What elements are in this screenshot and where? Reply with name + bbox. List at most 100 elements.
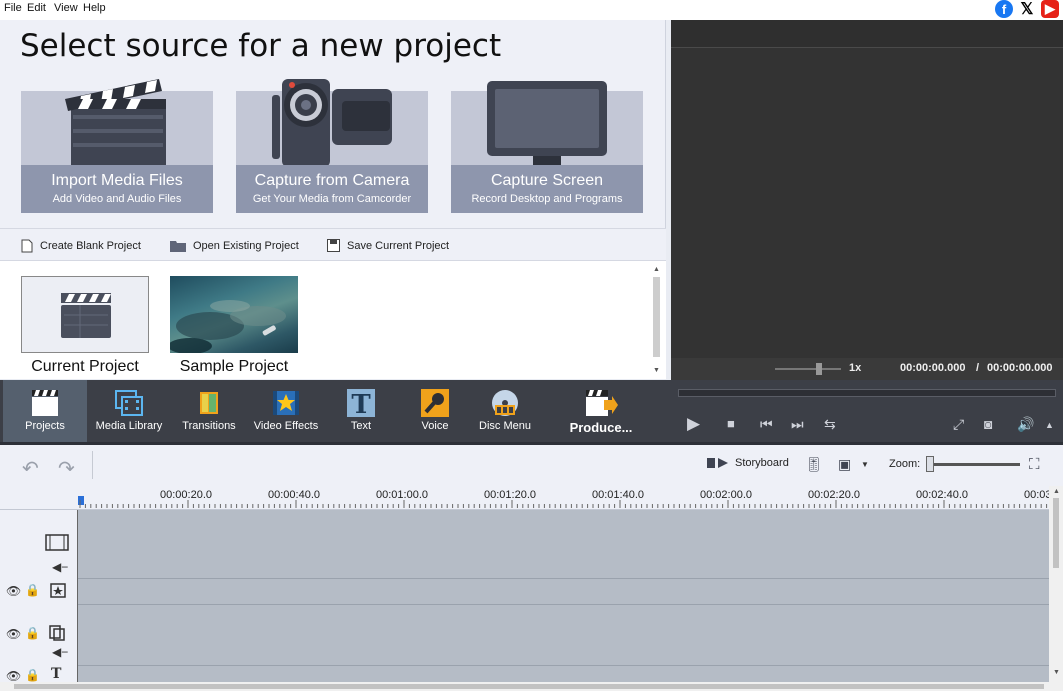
tab-projects[interactable]: Projects [3, 380, 87, 442]
tick-label: 00:01:20.0 [484, 489, 536, 501]
snapshot-camera-icon[interactable]: ◙ [984, 416, 992, 432]
microphone-icon [421, 389, 449, 417]
menu-bar: File Edit View Help f 𝕏 ▶ [0, 0, 1063, 20]
disc-menu-icon [492, 390, 518, 416]
tab-voice[interactable]: Voice [404, 380, 466, 442]
source-title: Select source for a new project [20, 28, 502, 64]
zoom-fit-icon[interactable]: ⛶ [1029, 456, 1040, 473]
timeline-vertical-scrollbar[interactable]: ▲ ▼ [1049, 486, 1063, 682]
playback-controls: ▶ ■ ⏮ ⏭ ⇆ ⤢ ◙ 🔊 ▲ [671, 380, 1063, 442]
playback-progress-bar[interactable] [678, 389, 1056, 397]
zoom-slider-track[interactable] [928, 463, 1020, 466]
volume-expand-icon[interactable]: ▲ [1045, 420, 1054, 430]
capture-screen-card[interactable]: Capture Screen Record Desktop and Progra… [451, 81, 643, 213]
visibility-eye-icon[interactable]: 👁 [6, 627, 21, 641]
import-media-title: Import Media Files [51, 172, 183, 189]
storyboard-toggle[interactable]: Storyboard [707, 457, 789, 469]
scroll-up-arrow-icon[interactable]: ▲ [653, 266, 660, 273]
scrollbar-thumb[interactable] [14, 684, 1044, 689]
save-icon [327, 239, 340, 252]
scrollbar-thumb[interactable] [653, 277, 660, 357]
volume-icon[interactable]: 🔊 [1017, 416, 1034, 433]
project-list: Current Project Sample Project ▲ ▼ [0, 261, 666, 379]
tick-label: 00:02:00.0 [700, 489, 752, 501]
visibility-eye-icon[interactable]: 👁 [6, 669, 21, 683]
visibility-eye-icon[interactable]: 👁 [6, 584, 21, 598]
open-existing-project-button[interactable]: Open Existing Project [170, 239, 299, 252]
scroll-down-arrow-icon[interactable]: ▼ [1053, 669, 1060, 676]
speed-slider-thumb[interactable] [816, 363, 822, 375]
scroll-up-arrow-icon[interactable]: ▲ [1053, 488, 1060, 495]
youtube-icon[interactable]: ▶ [1041, 0, 1059, 18]
sample-project-label[interactable]: Sample Project [164, 358, 304, 376]
current-time: 00:00:00.000 [900, 362, 966, 374]
speed-slider-track[interactable] [775, 368, 841, 370]
audio-mixer-icon[interactable]: 🎚 [805, 456, 823, 473]
transitions-icon [195, 392, 223, 414]
redo-icon[interactable]: ↷ [58, 456, 75, 481]
loop-icon[interactable]: ⇆ [824, 416, 836, 433]
svg-text:T: T [351, 390, 371, 418]
capture-screen-title: Capture Screen [490, 172, 604, 189]
sample-project-thumbnail[interactable] [170, 276, 298, 353]
timeline-toolbar: ↶ ↷ Storyboard 🎚 ▣ ▼ Zoom: ⛶ [0, 442, 1063, 486]
timeline-horizontal-scrollbar[interactable] [0, 682, 1063, 691]
scroll-down-arrow-icon[interactable]: ▼ [653, 367, 660, 374]
display-mode-dropdown-icon[interactable]: ▼ [861, 460, 869, 469]
media-library-icon [115, 390, 143, 416]
overlay-track-icon [49, 625, 65, 641]
save-current-project-button[interactable]: Save Current Project [327, 239, 449, 252]
undo-icon[interactable]: ↶ [22, 456, 39, 481]
menu-edit[interactable]: Edit [27, 2, 46, 14]
tick-label: 00:02:20.0 [808, 489, 860, 501]
project-list-scrollbar[interactable]: ▲ ▼ [650, 263, 664, 377]
display-mode-icon[interactable]: ▣ [838, 456, 851, 473]
video-track-film-icon [45, 534, 69, 551]
play-icon[interactable]: ▶ [687, 414, 700, 434]
storyboard-icon [707, 458, 728, 468]
facebook-icon[interactable]: f [995, 0, 1013, 18]
capture-camera-card[interactable]: Capture from Camera Get Your Media from … [236, 79, 428, 213]
tick-label: 00:02:40.0 [916, 489, 968, 501]
lock-icon[interactable]: 🔒 [25, 668, 40, 682]
stop-icon[interactable]: ■ [727, 416, 735, 431]
capture-camera-title: Capture from Camera [254, 172, 410, 189]
current-project-label[interactable]: Current Project [15, 358, 155, 376]
tab-text[interactable]: T Text [330, 380, 392, 442]
menu-file[interactable]: File [4, 2, 22, 14]
timeline-tracks[interactable] [78, 510, 1049, 682]
text-t-icon: T [347, 389, 375, 418]
tab-video-effects[interactable]: Video Effects [250, 380, 322, 442]
capture-screen-subtitle: Record Desktop and Programs [471, 193, 623, 205]
lock-icon[interactable]: 🔒 [25, 583, 40, 597]
fullscreen-icon[interactable]: ⤢ [953, 416, 964, 433]
mute-audio-icon[interactable]: ◀− [52, 560, 68, 574]
tab-transitions[interactable]: Transitions [176, 380, 242, 442]
projects-clapper-icon [32, 390, 58, 416]
speed-value: 1x [849, 362, 862, 374]
produce-button[interactable]: Produce... [560, 380, 642, 442]
mute-audio-icon[interactable]: ◀− [52, 645, 68, 659]
tab-disc-menu[interactable]: Disc Menu [474, 380, 536, 442]
create-blank-project-button[interactable]: Create Blank Project [21, 239, 141, 253]
tick-label: 00:01:40.0 [592, 489, 644, 501]
x-twitter-icon[interactable]: 𝕏 [1018, 0, 1036, 18]
new-document-icon [21, 239, 33, 253]
tab-media-library[interactable]: Media Library [90, 380, 168, 442]
scrollbar-thumb[interactable] [1053, 498, 1059, 568]
import-media-card[interactable]: Import Media Files Add Video and Audio F… [21, 79, 213, 213]
produce-clapper-arrow-icon [586, 390, 618, 416]
folder-icon [170, 241, 186, 252]
menu-help[interactable]: Help [83, 2, 106, 14]
preview-status-bar: 1x 00:00:00.000 / 00:00:00.000 [671, 358, 1063, 380]
lock-icon[interactable]: 🔒 [25, 626, 40, 640]
next-frame-icon[interactable]: ⏭ [791, 416, 804, 433]
previous-frame-icon[interactable]: ⏮ [760, 416, 773, 433]
zoom-slider-thumb[interactable] [926, 456, 934, 472]
timeline-ruler[interactable]: 00:00:20.0 00:00:40.0 00:01:00.0 00:01:2… [0, 486, 1063, 510]
current-project-thumbnail[interactable] [21, 276, 149, 353]
menu-view[interactable]: View [54, 2, 78, 14]
text-track-icon: T [51, 666, 62, 682]
main-toolbar: Projects Media Library Transitions Video… [0, 380, 671, 442]
tick-label: 00:03 [1024, 489, 1052, 501]
